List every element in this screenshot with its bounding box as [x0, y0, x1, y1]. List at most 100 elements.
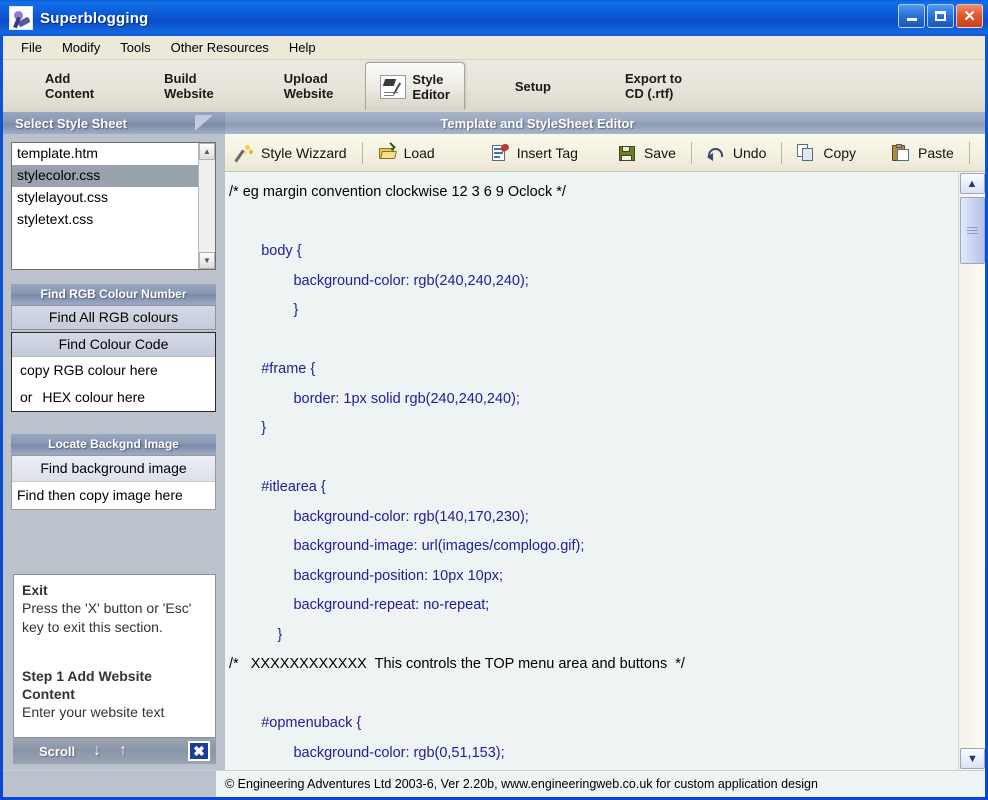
toolbar-divider	[690, 141, 692, 164]
scroll-down-arrow-icon[interactable]: ↓	[93, 742, 101, 760]
save-button[interactable]: Save	[608, 138, 686, 168]
hex-prefix-label: or	[20, 389, 33, 405]
code-line: #opmenuback {	[229, 715, 362, 731]
menu-bar: File Modify Tools Other Resources Help	[3, 36, 985, 60]
magic-wand-icon	[234, 144, 254, 163]
close-button[interactable]: ✕	[956, 4, 983, 28]
nav-tab-build-website[interactable]: Build Website	[150, 64, 228, 108]
file-list-scrollbar[interactable]: ▲ ▼	[198, 143, 215, 269]
menu-item-file[interactable]: File	[11, 38, 52, 58]
sidebar-close-button[interactable]: ✖	[188, 741, 210, 761]
nav-tab-upload-website[interactable]: Upload Website	[270, 64, 348, 108]
menu-item-tools[interactable]: Tools	[110, 38, 160, 58]
sidebar-scroll-controls: Scroll ↓ ↑ ✖	[13, 738, 216, 764]
sidebar-section-header-label: Select Style Sheet	[15, 115, 127, 131]
nav-tab-setup-label: Setup	[514, 78, 552, 94]
nav-tab-style-editor-label: Style Editor	[412, 71, 450, 102]
stylesheet-code-editor[interactable]: /* eg margin convention clockwise 12 3 6…	[225, 172, 968, 770]
app-logo-icon	[9, 6, 33, 30]
list-item[interactable]: stylecolor.css	[12, 165, 198, 187]
hex-colour-input[interactable]: HEX colour here	[42, 389, 145, 405]
copy-icon	[797, 143, 816, 162]
list-item[interactable]: stylelayout.css	[12, 187, 198, 209]
list-item[interactable]: styletext.css	[12, 209, 198, 231]
stylesheet-file-list[interactable]: template.htm stylecolor.css stylelayout.…	[11, 142, 216, 270]
menu-item-modify[interactable]: Modify	[52, 38, 110, 58]
bg-panel-title: Locate Backgnd Image	[11, 434, 216, 455]
close-icon: ✕	[963, 7, 976, 25]
toolbar-divider	[968, 141, 970, 164]
save-label: Save	[643, 144, 676, 161]
editor-section-header: Template and StyleSheet Editor	[225, 112, 985, 134]
code-line: background-position: 10px 10px;	[229, 567, 504, 584]
editor-scrollbar-thumb[interactable]	[960, 197, 985, 264]
title-bar: Superblogging ✕	[0, 0, 988, 36]
code-line: background-color: rgb(240,240,240);	[229, 272, 529, 289]
editor-scroll-down-icon[interactable]: ▼	[960, 748, 985, 769]
code-line: background-repeat: no-repeat;	[229, 597, 490, 613]
scroll-down-icon[interactable]: ▼	[199, 252, 215, 269]
status-bar-left-spacer	[3, 771, 216, 797]
header-corner-arrow-icon	[195, 115, 213, 131]
copy-button[interactable]: Copy	[787, 138, 866, 168]
style-wizard-button[interactable]: Style Wizzard	[225, 138, 357, 168]
background-image-panel: Locate Backgnd Image Find background ima…	[11, 434, 216, 510]
scroll-up-arrow-icon[interactable]: ↑	[119, 742, 127, 760]
editor-vertical-scrollbar[interactable]: ▲ ▼	[958, 172, 985, 770]
nav-tab-setup[interactable]: Setup	[501, 64, 565, 108]
help-step-body: Enter your website text	[22, 704, 165, 720]
maximize-button[interactable]	[927, 4, 954, 28]
paste-button[interactable]: Paste	[882, 138, 964, 168]
nav-tab-add-content-label: Add Content	[45, 71, 95, 101]
code-line: }	[229, 626, 283, 643]
insert-tag-icon	[491, 142, 510, 162]
menu-item-help[interactable]: Help	[279, 38, 326, 58]
find-colour-code-button[interactable]: Find Colour Code	[12, 333, 215, 357]
code-line: #itlearea {	[229, 479, 326, 495]
find-background-image-button[interactable]: Find background image	[12, 456, 215, 482]
help-exit-body: Press the 'X' button or 'Esc' key to exi…	[22, 600, 192, 635]
left-sidebar: template.htm stylecolor.css stylelayout.…	[3, 134, 225, 770]
sidebar-section-header: Select Style Sheet	[3, 112, 225, 134]
scroll-up-icon[interactable]: ▲	[199, 143, 215, 160]
style-editor-icon	[380, 74, 407, 99]
load-button[interactable]: Load	[368, 138, 445, 168]
rgb-colour-input[interactable]: copy RGB colour here	[12, 357, 215, 384]
nav-tab-export-cd[interactable]: Export to CD (.rtf)	[611, 64, 696, 108]
status-bar-text: © Engineering Adventures Ltd 2003-6, Ver…	[225, 777, 818, 791]
code-line: background-color: rgb(140,170,230);	[229, 508, 529, 525]
undo-arrow-icon	[706, 144, 726, 162]
hex-colour-row: or HEX colour here	[12, 384, 215, 411]
paste-label: Paste	[918, 144, 954, 161]
nav-tab-add-content[interactable]: Add Content	[31, 64, 108, 108]
help-text-panel: Exit Press the 'X' button or 'Esc' key t…	[13, 574, 216, 738]
toolbar-divider	[361, 141, 363, 164]
toolbar-divider	[781, 141, 783, 164]
background-image-input[interactable]: Find then copy image here	[12, 482, 215, 509]
insert-tag-button[interactable]: Insert Tag	[481, 138, 588, 168]
undo-button[interactable]: Undo	[697, 138, 776, 168]
load-label: Load	[403, 144, 435, 161]
status-bar: © Engineering Adventures Ltd 2003-6, Ver…	[3, 770, 985, 797]
find-all-rgb-colours-button[interactable]: Find All RGB colours	[11, 305, 216, 330]
code-line: body {	[229, 243, 302, 259]
style-wizard-label: Style Wizzard	[261, 144, 347, 161]
code-line: background-image: url(images/complogo.gi…	[229, 538, 585, 554]
editor-section-header-label: Template and StyleSheet Editor	[440, 115, 635, 131]
copy-label: Copy	[823, 144, 857, 161]
nav-tab-style-editor[interactable]: Style Editor	[365, 62, 465, 110]
open-folder-icon	[378, 141, 397, 162]
application-window: Superblogging ✕ File Modify Tools Other …	[0, 0, 988, 800]
editor-scroll-up-icon[interactable]: ▲	[959, 173, 985, 194]
nav-tab-export-cd-label: Export to CD (.rtf)	[625, 71, 683, 101]
editor-toolbar: Style Wizzard Load Insert Tag Save Undo …	[225, 134, 985, 172]
minimize-button[interactable]	[898, 4, 925, 28]
main-nav-tabs: Add Content Build Website Upload Website…	[3, 60, 985, 112]
list-item[interactable]: template.htm	[12, 143, 198, 165]
menu-item-other-resources[interactable]: Other Resources	[161, 38, 279, 58]
nav-tab-build-website-label: Build Website	[164, 71, 214, 101]
code-line: /* XXXXXXXXXXXX This controls the TOP me…	[229, 656, 685, 672]
